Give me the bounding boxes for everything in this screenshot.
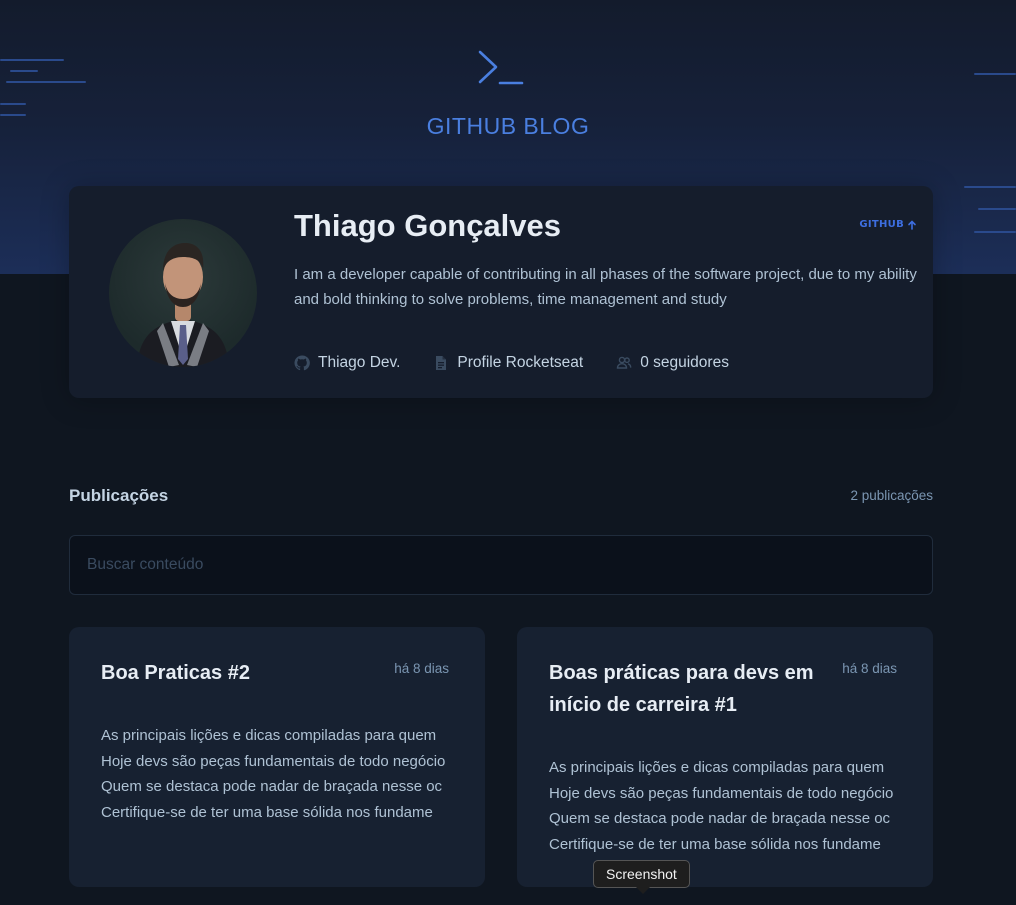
post-excerpt-line: Certifique-se de ter uma base sólida nos… — [101, 803, 433, 821]
decorative-line — [974, 231, 1016, 233]
post-excerpt-line: As principais lições e dicas compiladas … — [549, 759, 885, 776]
profile-followers: 0 seguidores — [616, 354, 729, 372]
profile-card: Thiago Gonçalves GITHUB I am a developer… — [69, 186, 933, 398]
profile-meta: Thiago Dev. Profile Rocketseat 0 seguido… — [294, 354, 729, 372]
decorative-line — [964, 186, 1016, 188]
profile-company: Profile Rocketseat — [433, 354, 583, 372]
users-icon — [617, 356, 632, 369]
decorative-line — [0, 103, 26, 105]
post-excerpt-line: As principais lições e dicas compiladas … — [101, 727, 437, 744]
publications-count: 2 publicações — [850, 488, 933, 503]
post-date: há 8 dias — [394, 661, 449, 676]
github-icon — [294, 355, 310, 371]
username-label: Thiago Dev. — [318, 354, 401, 371]
terminal-prompt-icon — [478, 50, 524, 85]
search-input[interactable] — [69, 535, 933, 595]
post-excerpt-line: Hoje devs são peças fundamentais de todo… — [549, 784, 894, 802]
decorative-line — [6, 81, 86, 83]
post-card[interactable]: Boa Praticas #2 há 8 dias As principais … — [69, 627, 485, 887]
decorative-line — [0, 59, 64, 61]
decorative-line — [10, 70, 38, 72]
brand-title: GITHUB BLOG — [426, 113, 590, 139]
profile-username: Thiago Dev. — [294, 354, 400, 372]
post-title: Boa Praticas #2 — [101, 662, 250, 684]
post-excerpt: As principais lições e dicas compiladas … — [101, 723, 453, 825]
post-excerpt-line: Quem se destaca pode nadar de braçada ne… — [101, 778, 443, 795]
followers-label: 0 seguidores — [640, 354, 729, 371]
post-excerpt-line: Hoje devs são peças fundamentais de todo… — [101, 752, 446, 770]
avatar-photo — [137, 243, 229, 367]
avatar — [109, 219, 257, 367]
post-excerpt-line: Certifique-se de ter uma base sólida nos… — [549, 835, 881, 853]
post-title: Boas práticas para devs em início de car… — [549, 662, 814, 716]
publications-title: Publicações — [69, 486, 169, 505]
post-card[interactable]: Boas práticas para devs em início de car… — [517, 627, 933, 887]
screenshot-tooltip: Screenshot — [593, 860, 690, 888]
github-link[interactable]: GITHUB — [859, 219, 917, 230]
decorative-line — [974, 73, 1016, 75]
post-excerpt: As principais lições e dicas compiladas … — [549, 755, 901, 857]
post-date: há 8 dias — [842, 661, 897, 676]
profile-bio: I am a developer capable of contributing… — [294, 266, 917, 308]
tooltip-arrow — [636, 887, 650, 894]
company-label: Profile Rocketseat — [457, 354, 584, 371]
arrow-up-icon — [908, 219, 916, 230]
decorative-line — [978, 208, 1016, 210]
document-icon — [436, 356, 447, 370]
post-excerpt-line: Quem se destaca pode nadar de braçada ne… — [549, 810, 891, 827]
profile-name: Thiago Gonçalves — [294, 208, 562, 243]
github-link-label: GITHUB — [859, 219, 904, 230]
